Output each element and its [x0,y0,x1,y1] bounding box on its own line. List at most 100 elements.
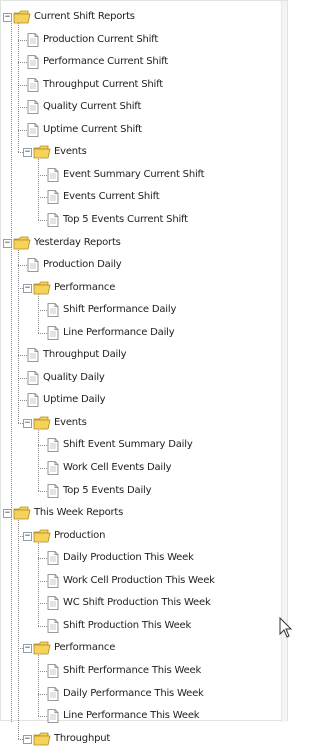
tree-item-label[interactable]: Shift Production This Week [63,619,191,633]
tree-report-line-performance-daily[interactable]: Line Performance Daily [1,323,289,343]
tree-folder-this-week-reports[interactable]: − This Week Reports [1,503,289,523]
tree-report-daily-performance-this-week[interactable]: Daily Performance This Week [1,684,289,704]
tree-folder-current-shift-reports[interactable]: − Current Shift Reports [1,7,289,27]
tree-folder-events[interactable]: − Events [1,413,289,433]
tree-report-production-current-shift[interactable]: Production Current Shift [1,30,289,50]
document-icon [47,167,59,182]
folder-icon [13,10,31,24]
tree-branch-line [18,62,27,64]
tree-report-wc-shift-production-this-week[interactable]: WC Shift Production This Week [1,593,289,613]
tree-branch-line [18,129,27,131]
tree-folder-events[interactable]: − Events [1,142,289,162]
tree-item-label[interactable]: Production [54,529,105,543]
tree-report-quality-daily[interactable]: Quality Daily [1,368,289,388]
folder-icon [33,641,51,655]
tree-item-label[interactable]: Production Daily [43,258,122,272]
tree-item-label[interactable]: Throughput Current Shift [43,78,163,92]
tree-branch-line [18,355,27,357]
tree-branch-line [38,558,47,560]
tree-report-throughput-daily[interactable]: Throughput Daily [1,345,289,365]
tree-item-label[interactable]: Quality Daily [43,371,105,385]
tree-report-uptime-current-shift[interactable]: Uptime Current Shift [1,120,289,140]
folder-icon [33,145,51,159]
document-icon [27,100,39,115]
minus-expander-icon[interactable]: − [23,148,32,158]
minus-expander-icon[interactable]: − [23,531,32,541]
tree-branch-line [38,332,47,334]
tree-item-label[interactable]: Events [54,145,87,159]
tree-folder-performance[interactable]: − Performance [1,638,289,658]
tree-item-label[interactable]: Top 5 Events Daily [63,484,152,498]
document-icon [27,122,39,137]
tree-item-label[interactable]: WC Shift Production This Week [63,596,211,610]
document-icon [27,32,39,47]
tree-item-label[interactable]: Quality Current Shift [43,100,141,114]
minus-expander-icon[interactable]: − [3,509,12,519]
tree-item-label[interactable]: Top 5 Events Current Shift [63,213,188,227]
tree-report-uptime-daily[interactable]: Uptime Daily [1,390,289,410]
minus-expander-icon[interactable]: − [23,283,32,293]
mouse-pointer-icon [279,617,293,638]
tree-item-label[interactable]: Performance [54,281,115,295]
tree-item-label[interactable]: Throughput Daily [43,348,127,362]
tree-report-performance-current-shift[interactable]: Performance Current Shift [1,52,289,72]
tree-report-work-cell-production-this-week[interactable]: Work Cell Production This Week [1,571,289,591]
document-icon [27,77,39,92]
tree-item-label[interactable]: Shift Event Summary Daily [63,438,193,452]
minus-expander-icon[interactable]: − [23,734,32,744]
document-icon [47,551,59,566]
tree-branch-line [38,310,47,312]
tree-report-shift-performance-daily[interactable]: Shift Performance Daily [1,300,289,320]
tree-item-label[interactable]: Performance [54,641,115,655]
tree-item-label[interactable]: Work Cell Production This Week [63,574,215,588]
tree-report-shift-event-summary-daily[interactable]: Shift Event Summary Daily [1,435,289,455]
tree-item-label[interactable]: Events Current Shift [63,190,160,204]
tree-folder-performance[interactable]: − Performance [1,278,289,298]
tree-item-label[interactable]: Performance Current Shift [43,55,168,69]
tree-item-label[interactable]: Shift Performance Daily [63,303,176,317]
tree-item-label[interactable]: Production Current Shift [43,33,158,47]
tree-report-shift-performance-this-week[interactable]: Shift Performance This Week [1,661,289,681]
tree-branch-line [18,400,27,402]
minus-expander-icon[interactable]: − [23,644,32,654]
tree-report-top-5-events-daily[interactable]: Top 5 Events Daily [1,481,289,501]
vertical-scrollbar[interactable] [281,1,287,722]
document-icon [47,483,59,498]
tree-report-shift-production-this-week[interactable]: Shift Production This Week [1,616,289,636]
document-icon [47,618,59,633]
tree-report-line-performance-this-week[interactable]: Line Performance This Week [1,706,289,726]
tree-item-label[interactable]: Line Performance Daily [63,326,175,340]
tree-item-label[interactable]: Uptime Current Shift [43,123,142,137]
tree-report-event-summary-current-shift[interactable]: Event Summary Current Shift [1,165,289,185]
tree-branch-line [18,107,27,109]
tree-report-production-daily[interactable]: Production Daily [1,255,289,275]
minus-expander-icon[interactable]: − [23,418,32,428]
tree-folder-throughput[interactable]: − Throughput [1,729,289,749]
tree-item-label[interactable]: Daily Production This Week [63,551,194,565]
minus-expander-icon[interactable]: − [3,238,12,248]
tree-item-label[interactable]: Shift Performance This Week [63,664,201,678]
tree-item-label[interactable]: Throughput [54,732,110,746]
tree-item-label[interactable]: This Week Reports [34,506,123,520]
tree-report-events-current-shift[interactable]: Events Current Shift [1,187,289,207]
folder-icon [33,416,51,430]
tree-report-work-cell-events-daily[interactable]: Work Cell Events Daily [1,458,289,478]
tree-branch-line [38,625,47,627]
tree-folder-yesterday-reports[interactable]: − Yesterday Reports [1,233,289,253]
tree-branch-line [18,265,27,267]
tree-item-label[interactable]: Uptime Daily [43,393,106,407]
tree-item-label[interactable]: Event Summary Current Shift [63,168,205,182]
document-icon [27,370,39,385]
tree-item-label[interactable]: Current Shift Reports [34,10,135,24]
tree-report-throughput-current-shift[interactable]: Throughput Current Shift [1,75,289,95]
minus-expander-icon[interactable]: − [3,13,12,22]
document-icon [47,596,59,611]
tree-report-quality-current-shift[interactable]: Quality Current Shift [1,97,289,117]
tree-item-label[interactable]: Daily Performance This Week [63,687,204,701]
tree-item-label[interactable]: Yesterday Reports [34,236,121,250]
tree-item-label[interactable]: Events [54,416,87,430]
tree-item-label[interactable]: Work Cell Events Daily [63,461,172,475]
tree-report-top-5-events-current-shift[interactable]: Top 5 Events Current Shift [1,210,289,230]
tree-folder-production[interactable]: − Production [1,526,289,546]
tree-report-daily-production-this-week[interactable]: Daily Production This Week [1,548,289,568]
